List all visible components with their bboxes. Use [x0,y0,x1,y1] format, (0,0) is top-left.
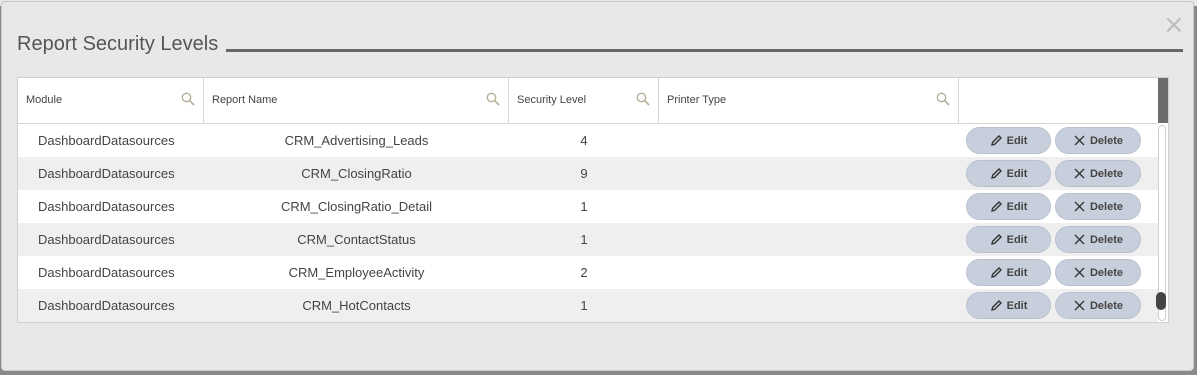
grid-header: Module Report Name Security Level Printe… [18,78,1158,124]
search-icon[interactable] [486,92,500,106]
cell-security-level: 1 [580,199,588,214]
pencil-icon [990,267,1002,278]
close-icon [1074,300,1085,311]
edit-button[interactable]: Edit [966,292,1051,319]
delete-button[interactable]: Delete [1055,160,1141,187]
cell-security-level: 4 [580,133,588,148]
edit-label: Edit [1006,299,1028,312]
edit-button[interactable]: Edit [966,259,1051,286]
delete-label: Delete [1089,299,1124,312]
column-label: Security Level [517,94,587,106]
cell-report-name: CRM_ClosingRatio [301,166,412,181]
pencil-icon [990,168,1002,179]
table-row: DashboardDatasources CRM_Advertising_Lea… [18,124,1158,157]
cell-report-name: CRM_ContactStatus [297,232,416,247]
delete-button[interactable]: Delete [1055,127,1141,154]
close-icon [1074,168,1085,179]
dialog-header: Report Security Levels [17,30,1183,56]
column-header-actions [959,78,1158,123]
cell-module: DashboardDatasources [38,133,175,148]
report-grid: Module Report Name Security Level Printe… [17,77,1169,323]
header-scroll-gutter [1158,78,1168,123]
pencil-icon [990,234,1002,245]
close-icon [1074,135,1085,146]
column-header-module[interactable]: Module [18,78,204,123]
delete-label: Delete [1089,200,1124,213]
column-header-report-name[interactable]: Report Name [204,78,509,123]
column-label: Printer Type [667,94,727,106]
delete-button[interactable]: Delete [1055,259,1141,286]
grid-body: DashboardDatasources CRM_Advertising_Lea… [18,124,1158,322]
cell-report-name: CRM_ClosingRatio_Detail [280,199,432,214]
cell-report-name: CRM_EmployeeActivity [288,265,425,280]
cell-module: DashboardDatasources [38,166,175,181]
pencil-icon [990,201,1002,212]
delete-button[interactable]: Delete [1055,226,1141,253]
pencil-icon [990,135,1002,146]
delete-label: Delete [1089,167,1124,180]
column-header-printer-type[interactable]: Printer Type [659,78,959,123]
edit-button[interactable]: Edit [966,226,1051,253]
edit-button[interactable]: Edit [966,127,1051,154]
search-icon[interactable] [181,92,195,106]
table-row: DashboardDatasources CRM_ClosingRatio 9 … [18,157,1158,190]
delete-label: Delete [1089,266,1124,279]
delete-button[interactable]: Delete [1055,292,1141,319]
table-row: DashboardDatasources CRM_EmployeeActivit… [18,256,1158,289]
cell-module: DashboardDatasources [38,199,175,214]
search-icon[interactable] [936,92,950,106]
delete-label: Delete [1089,233,1124,246]
cell-security-level: 2 [580,265,588,280]
search-icon[interactable] [636,92,650,106]
close-icon [1074,201,1085,212]
delete-button[interactable]: Delete [1055,193,1141,220]
close-icon [1074,267,1085,278]
column-header-security-level[interactable]: Security Level [509,78,659,123]
table-row: DashboardDatasources CRM_HotContacts 1 E… [18,289,1158,322]
cell-report-name: CRM_HotContacts [302,298,411,313]
scrollbar-thumb[interactable] [1156,292,1166,310]
cell-module: DashboardDatasources [38,265,175,280]
pencil-icon [990,300,1002,311]
cell-security-level: 9 [580,166,588,181]
edit-label: Edit [1006,167,1028,180]
edit-label: Edit [1006,200,1028,213]
dialog-title: Report Security Levels [17,33,219,55]
cell-module: DashboardDatasources [38,232,175,247]
edit-label: Edit [1006,266,1028,279]
table-row: DashboardDatasources CRM_ContactStatus 1… [18,223,1158,256]
table-row: DashboardDatasources CRM_ClosingRatio_De… [18,190,1158,223]
edit-label: Edit [1006,134,1028,147]
cell-module: DashboardDatasources [38,298,175,313]
close-icon [1074,234,1085,245]
cell-report-name: CRM_Advertising_Leads [284,133,429,148]
edit-label: Edit [1006,233,1028,246]
cell-security-level: 1 [580,298,588,313]
edit-button[interactable]: Edit [966,160,1051,187]
edit-button[interactable]: Edit [966,193,1051,220]
column-label: Report Name [212,94,278,106]
delete-label: Delete [1089,134,1124,147]
column-label: Module [26,94,63,106]
report-security-dialog: × Report Security Levels Module Report N… [1,1,1194,371]
cell-security-level: 1 [580,232,588,247]
title-divider [226,49,1183,52]
